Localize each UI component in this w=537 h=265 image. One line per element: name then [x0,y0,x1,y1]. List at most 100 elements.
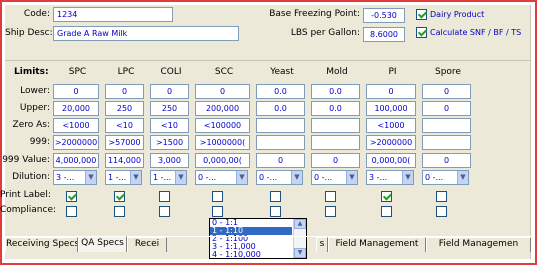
upper-field-pi[interactable]: 100,000 [366,101,416,116]
dilution-select-mold[interactable]: 0 -... ▼ [311,170,358,185]
nines-value-field-coli[interactable]: 3,000 [150,153,189,168]
dilution-select-pi[interactable]: 3 -... ▼ [366,170,414,185]
row-label-lower: Lower: [20,86,50,96]
dilution-select-yeast[interactable]: 0 -... ▼ [256,170,303,185]
upper-field-scc[interactable]: 200,000 [195,101,250,116]
compliance-checkbox-coli[interactable] [159,206,170,217]
compliance-checkbox-lpc[interactable] [114,206,125,217]
chevron-down-icon[interactable]: ▼ [85,171,96,184]
chevron-down-icon[interactable]: ▼ [236,171,247,184]
zero-as-field-coli[interactable]: <10 [150,118,189,133]
base-freezing-label: Base Freezing Point: [269,9,360,19]
compliance-checkbox-yeast[interactable] [270,206,281,217]
print-label-checkbox-scc[interactable] [212,191,223,202]
lbs-per-gallon-field[interactable]: 8.6000 [363,27,405,42]
zero-as-field-scc[interactable]: <100000 [195,118,250,133]
compliance-checkbox-scc[interactable] [212,206,223,217]
row-label-upper: Upper: [19,103,50,113]
lower-field-lpc[interactable]: 0 [105,84,144,99]
calculate-snf-checkbox[interactable] [416,27,427,38]
compliance-checkbox-pi[interactable] [380,206,392,217]
compliance-checkbox-spc[interactable] [65,206,77,217]
scroll-up-icon[interactable]: ▲ [294,219,306,229]
nines-field-spore[interactable] [422,135,471,150]
upper-field-coli[interactable]: 250 [150,101,189,116]
lower-field-spore[interactable]: 0 [422,84,471,99]
lower-field-spc[interactable]: 0 [53,84,99,99]
compliance-checkbox-mold[interactable] [325,206,336,217]
dropdown-scrollbar[interactable]: ▲ ▼ [293,219,306,258]
dairy-product-checkbox[interactable] [416,9,427,20]
zero-as-field-mold[interactable] [311,118,360,133]
chevron-down-icon[interactable]: ▼ [291,171,302,184]
print-label-checkbox-mold[interactable] [325,191,336,202]
dilution-value: 1 -... [153,173,172,182]
nines-value-field-yeast[interactable]: 0 [256,153,305,168]
column-header-mold: Mold [326,67,348,77]
dilution-value: 0 -... [314,173,333,182]
upper-field-mold[interactable]: 0.0 [311,101,360,116]
nines-value-field-mold[interactable]: 0 [311,153,360,168]
dilution-dropdown-list[interactable]: 0 - 1:1 1 - 1:10 2 - 1:100 3 - 1:1,000 4 - 1… [209,218,307,259]
tab-5[interactable]: Field Managemen [426,237,531,252]
upper-field-lpc[interactable]: 250 [105,101,144,116]
lower-field-yeast[interactable]: 0.0 [256,84,305,99]
nines-field-scc[interactable]: >1000000( [195,135,250,150]
dropdown-option[interactable]: 4 - 1:10,000 [210,251,292,259]
print-label-checkbox-yeast[interactable] [270,191,281,202]
chevron-down-icon[interactable]: ▼ [346,171,357,184]
scroll-down-icon[interactable]: ▼ [294,248,306,258]
dairy-product-label: Dairy Product [430,10,485,19]
dilution-select-scc[interactable]: 0 -... ▼ [195,170,248,185]
ship-desc-field[interactable]: Grade A Raw Milk [53,26,239,41]
zero-as-field-pi[interactable]: <1000 [366,118,416,133]
upper-field-spore[interactable]: 0 [422,101,471,116]
chevron-down-icon[interactable]: ▼ [175,171,186,184]
print-label-checkbox-spc[interactable] [65,191,77,202]
tab-2[interactable]: Recei [127,237,167,252]
print-label-checkbox-lpc[interactable] [114,191,125,202]
nines-value-field-spore[interactable]: 0 [422,153,471,168]
lower-field-coli[interactable]: 0 [150,84,189,99]
nines-field-yeast[interactable] [256,135,305,150]
chevron-down-icon[interactable]: ▼ [457,171,468,184]
nines-value-field-scc[interactable]: 0,000,00( [195,153,250,168]
nines-field-pi[interactable]: >2000000 [366,135,416,150]
nines-field-spc[interactable]: >2000000 [53,135,99,150]
tab-3[interactable]: s [316,237,328,252]
dilution-select-lpc[interactable]: 1 -... ▼ [105,170,142,185]
tab-4[interactable]: Field Management [328,237,426,252]
zero-as-field-lpc[interactable]: <10 [105,118,144,133]
nines-value-field-lpc[interactable]: 114,000 [105,153,144,168]
nines-field-mold[interactable] [311,135,360,150]
lower-field-scc[interactable]: 0 [195,84,250,99]
dilution-select-spc[interactable]: 3 -... ▼ [53,170,97,185]
base-freezing-field[interactable]: -0.530 [363,8,405,23]
code-field[interactable]: 1234 [53,7,173,22]
row-label-nines: 999: [29,137,50,147]
row-label-zero-as: Zero As: [12,120,50,130]
column-header-lpc: LPC [117,67,135,77]
print-label-checkbox-pi[interactable] [380,191,392,202]
nines-field-coli[interactable]: >1500 [150,135,189,150]
nines-value-field-spc[interactable]: 4,000,000 [53,153,99,168]
lower-field-pi[interactable]: 0 [366,84,416,99]
dilution-value: 0 -... [198,173,217,182]
compliance-checkbox-spore[interactable] [436,206,447,217]
zero-as-field-yeast[interactable] [256,118,305,133]
upper-field-yeast[interactable]: 0.0 [256,101,305,116]
nines-field-lpc[interactable]: >57000 [105,135,144,150]
tab-1[interactable]: QA Specs [78,236,127,252]
print-label-checkbox-coli[interactable] [159,191,170,202]
zero-as-field-spore[interactable] [422,118,471,133]
chevron-down-icon[interactable]: ▼ [130,171,141,184]
upper-field-spc[interactable]: 20,000 [53,101,99,116]
dilution-select-spore[interactable]: 0 -... ▼ [422,170,469,185]
lower-field-mold[interactable]: 0.0 [311,84,360,99]
nines-value-field-pi[interactable]: 0,000,00( [366,153,416,168]
zero-as-field-spc[interactable]: <1000 [53,118,99,133]
dilution-select-coli[interactable]: 1 -... ▼ [150,170,187,185]
tab-0[interactable]: Receiving Specs [5,237,78,252]
chevron-down-icon[interactable]: ▼ [402,171,413,184]
print-label-checkbox-spore[interactable] [436,191,447,202]
